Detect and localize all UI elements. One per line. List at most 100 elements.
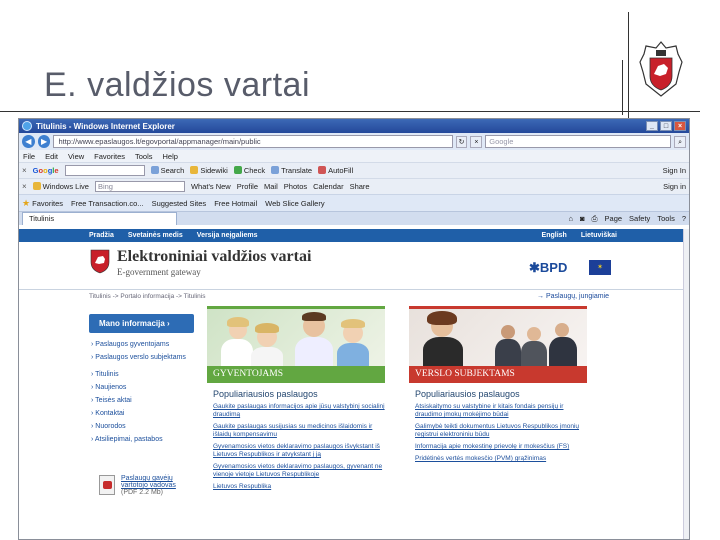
service-link[interactable]: Gyvenamosios vietos deklaravimo paslaugo…: [213, 443, 385, 459]
service-link[interactable]: Gyvenamosios vietos deklaravimo paslaugo…: [213, 463, 385, 479]
left-link[interactable]: › Titulinis: [91, 371, 201, 378]
site-title: Elektroniniai valdžios vartai: [117, 248, 312, 265]
business-banner[interactable]: VERSLO SUBJEKTAMS: [409, 366, 587, 383]
home-icon[interactable]: ⌂: [568, 214, 573, 224]
search-icon[interactable]: ⌕: [674, 135, 686, 148]
service-link[interactable]: Pridėtinės vertės mokesčio (PVM) grąžini…: [415, 455, 587, 463]
google-sidewiki-button[interactable]: Sidewiki: [190, 166, 228, 175]
business-links: Atsiskaitymo su valstybine ir kitais fon…: [409, 403, 587, 463]
service-link[interactable]: Lietuvos Respublika: [213, 483, 385, 491]
live-whats-new[interactable]: What's New: [191, 182, 231, 191]
live-share[interactable]: Share: [350, 182, 370, 191]
user-guide-size: (PDF 2.2 Mb): [121, 489, 164, 496]
back-icon[interactable]: ◀: [22, 135, 35, 148]
menu-tools[interactable]: Tools: [135, 152, 153, 161]
citizens-column: GYVENTOJAMS Populiariausios paslaugos Ga…: [207, 306, 385, 539]
google-toolbar-input[interactable]: [64, 165, 145, 176]
slide-divider: [0, 111, 700, 112]
nav-versija-neigaliems[interactable]: Versija neįgaliems: [197, 232, 258, 239]
citizens-banner[interactable]: GYVENTOJAMS: [207, 366, 385, 383]
left-link[interactable]: › Kontaktai: [91, 410, 201, 417]
maximize-icon[interactable]: □: [660, 121, 672, 131]
live-mail[interactable]: Mail: [264, 182, 278, 191]
ie-icon: [22, 121, 32, 131]
tab-bar: Titulinis ⌂ ◙ ⎙ Page Safety Tools ?: [19, 211, 689, 225]
refresh-icon[interactable]: ↻: [455, 135, 468, 148]
left-link[interactable]: › Nuorodos: [91, 423, 201, 430]
minimize-icon[interactable]: _: [646, 121, 658, 131]
google-translate-button[interactable]: Translate: [271, 166, 312, 175]
lang-lietuviskai[interactable]: Lietuviškai: [581, 232, 617, 239]
left-link[interactable]: › Paslaugos gyventojams: [91, 341, 201, 348]
left-link[interactable]: › Naujienos: [91, 384, 201, 391]
left-link[interactable]: › Teisės aktai: [91, 397, 201, 404]
live-signin-link[interactable]: Sign in: [663, 182, 686, 191]
mano-informacija-button[interactable]: Mano informacija ›: [89, 314, 194, 333]
help-icon[interactable]: ?: [682, 214, 686, 224]
menu-favorites[interactable]: Favorites: [94, 152, 125, 161]
nav-pradzia[interactable]: Pradžia: [89, 232, 114, 239]
site-crest-icon: [90, 249, 110, 274]
service-link[interactable]: Gaukite paslaugas susijusias su medicino…: [213, 423, 385, 439]
search-icon: [150, 166, 159, 174]
google-toolbar: × Google Search Sidewiki Check Translate…: [19, 162, 689, 178]
favorite-item[interactable]: Web Slice Gallery: [265, 199, 324, 208]
address-bar: ◀ ▶ http://www.epaslaugos.lt/egovportal/…: [19, 133, 689, 150]
left-link[interactable]: › Paslaugos verslo subjektams: [91, 354, 201, 361]
forward-icon[interactable]: ▶: [37, 135, 51, 148]
windows-live-icon: [32, 182, 41, 190]
command-safety[interactable]: Safety: [629, 214, 650, 224]
business-column: VERSLO SUBJEKTAMS Populiariausios paslau…: [409, 306, 587, 539]
close-toolbar-icon[interactable]: ×: [22, 166, 27, 175]
close-window-icon[interactable]: ×: [674, 121, 686, 131]
stop-icon[interactable]: ×: [470, 135, 483, 148]
feeds-icon[interactable]: ◙: [580, 214, 585, 224]
browser-window: Titulinis - Windows Internet Explorer _ …: [18, 118, 690, 540]
command-page[interactable]: Page: [605, 214, 623, 224]
live-profile[interactable]: Profile: [237, 182, 258, 191]
user-guide-link[interactable]: Paslaugų gavėjų vartotojo vadovas: [121, 475, 199, 489]
menu-help[interactable]: Help: [163, 152, 178, 161]
live-photos[interactable]: Photos: [284, 182, 307, 191]
google-check-button[interactable]: Check: [233, 166, 265, 175]
citizens-links: Gaukite paslaugas informacijos apie jūsų…: [207, 403, 385, 491]
menu-edit[interactable]: Edit: [45, 152, 58, 161]
slide-title: E. valdžios vartai: [44, 66, 310, 104]
print-icon[interactable]: ⎙: [592, 214, 598, 224]
address-input[interactable]: http://www.epaslaugos.lt/egovportal/appm…: [53, 135, 453, 148]
login-link[interactable]: → Paslaugų, jungiamie: [537, 293, 609, 300]
google-search-button[interactable]: Search: [150, 166, 184, 175]
service-link[interactable]: Atsiskaitymo su valstybine ir kitais fon…: [415, 403, 587, 419]
bing-input[interactable]: Bing: [94, 181, 185, 192]
vertical-scrollbar[interactable]: [683, 229, 689, 539]
star-icon: ★: [22, 197, 31, 208]
favorite-item[interactable]: Free Hotmail: [214, 199, 257, 208]
left-link[interactable]: › Atsiliepimai, pastabos: [91, 436, 201, 443]
left-nav: › Paslaugos gyventojams › Paslaugos vers…: [91, 341, 201, 449]
google-autofill-button[interactable]: AutoFill: [318, 166, 353, 175]
command-tools[interactable]: Tools: [657, 214, 675, 224]
service-link[interactable]: Informacija apie mokestinę prievolę ir m…: [415, 443, 587, 451]
favorites-bar: ★ Favorites Free Transaction.co... Sugge…: [19, 194, 689, 211]
search-input[interactable]: Google: [485, 135, 672, 148]
lang-english[interactable]: English: [542, 232, 567, 239]
check-icon: [233, 166, 242, 174]
favorite-item[interactable]: Suggested Sites: [152, 199, 207, 208]
window-titlebar: Titulinis - Windows Internet Explorer _ …: [19, 119, 689, 133]
service-link[interactable]: Galimybė teikti dokumentus Lietuvos Resp…: [415, 423, 587, 439]
close-toolbar-icon[interactable]: ×: [22, 182, 27, 191]
slide-vertical-line-right: [628, 12, 629, 120]
favorites-button[interactable]: ★ Favorites: [22, 198, 63, 209]
favorite-item[interactable]: Free Transaction.co...: [71, 199, 144, 208]
site-subtitle: E-government gateway: [117, 267, 201, 277]
live-calendar[interactable]: Calendar: [313, 182, 343, 191]
menu-file[interactable]: File: [23, 152, 35, 161]
google-signin-link[interactable]: Sign In: [663, 166, 686, 175]
tab-titulinis[interactable]: Titulinis: [22, 212, 177, 225]
user-guide-download[interactable]: Paslaugų gavėjų vartotojo vadovas (PDF 2…: [99, 475, 199, 496]
menu-bar: File Edit View Favorites Tools Help: [19, 150, 689, 162]
windows-live-toolbar: × Windows Live Bing What's New Profile M…: [19, 178, 689, 194]
menu-view[interactable]: View: [68, 152, 84, 161]
service-link[interactable]: Gaukite paslaugas informacijos apie jūsų…: [213, 403, 385, 419]
nav-svetaines-medis[interactable]: Svetainės medis: [128, 232, 183, 239]
